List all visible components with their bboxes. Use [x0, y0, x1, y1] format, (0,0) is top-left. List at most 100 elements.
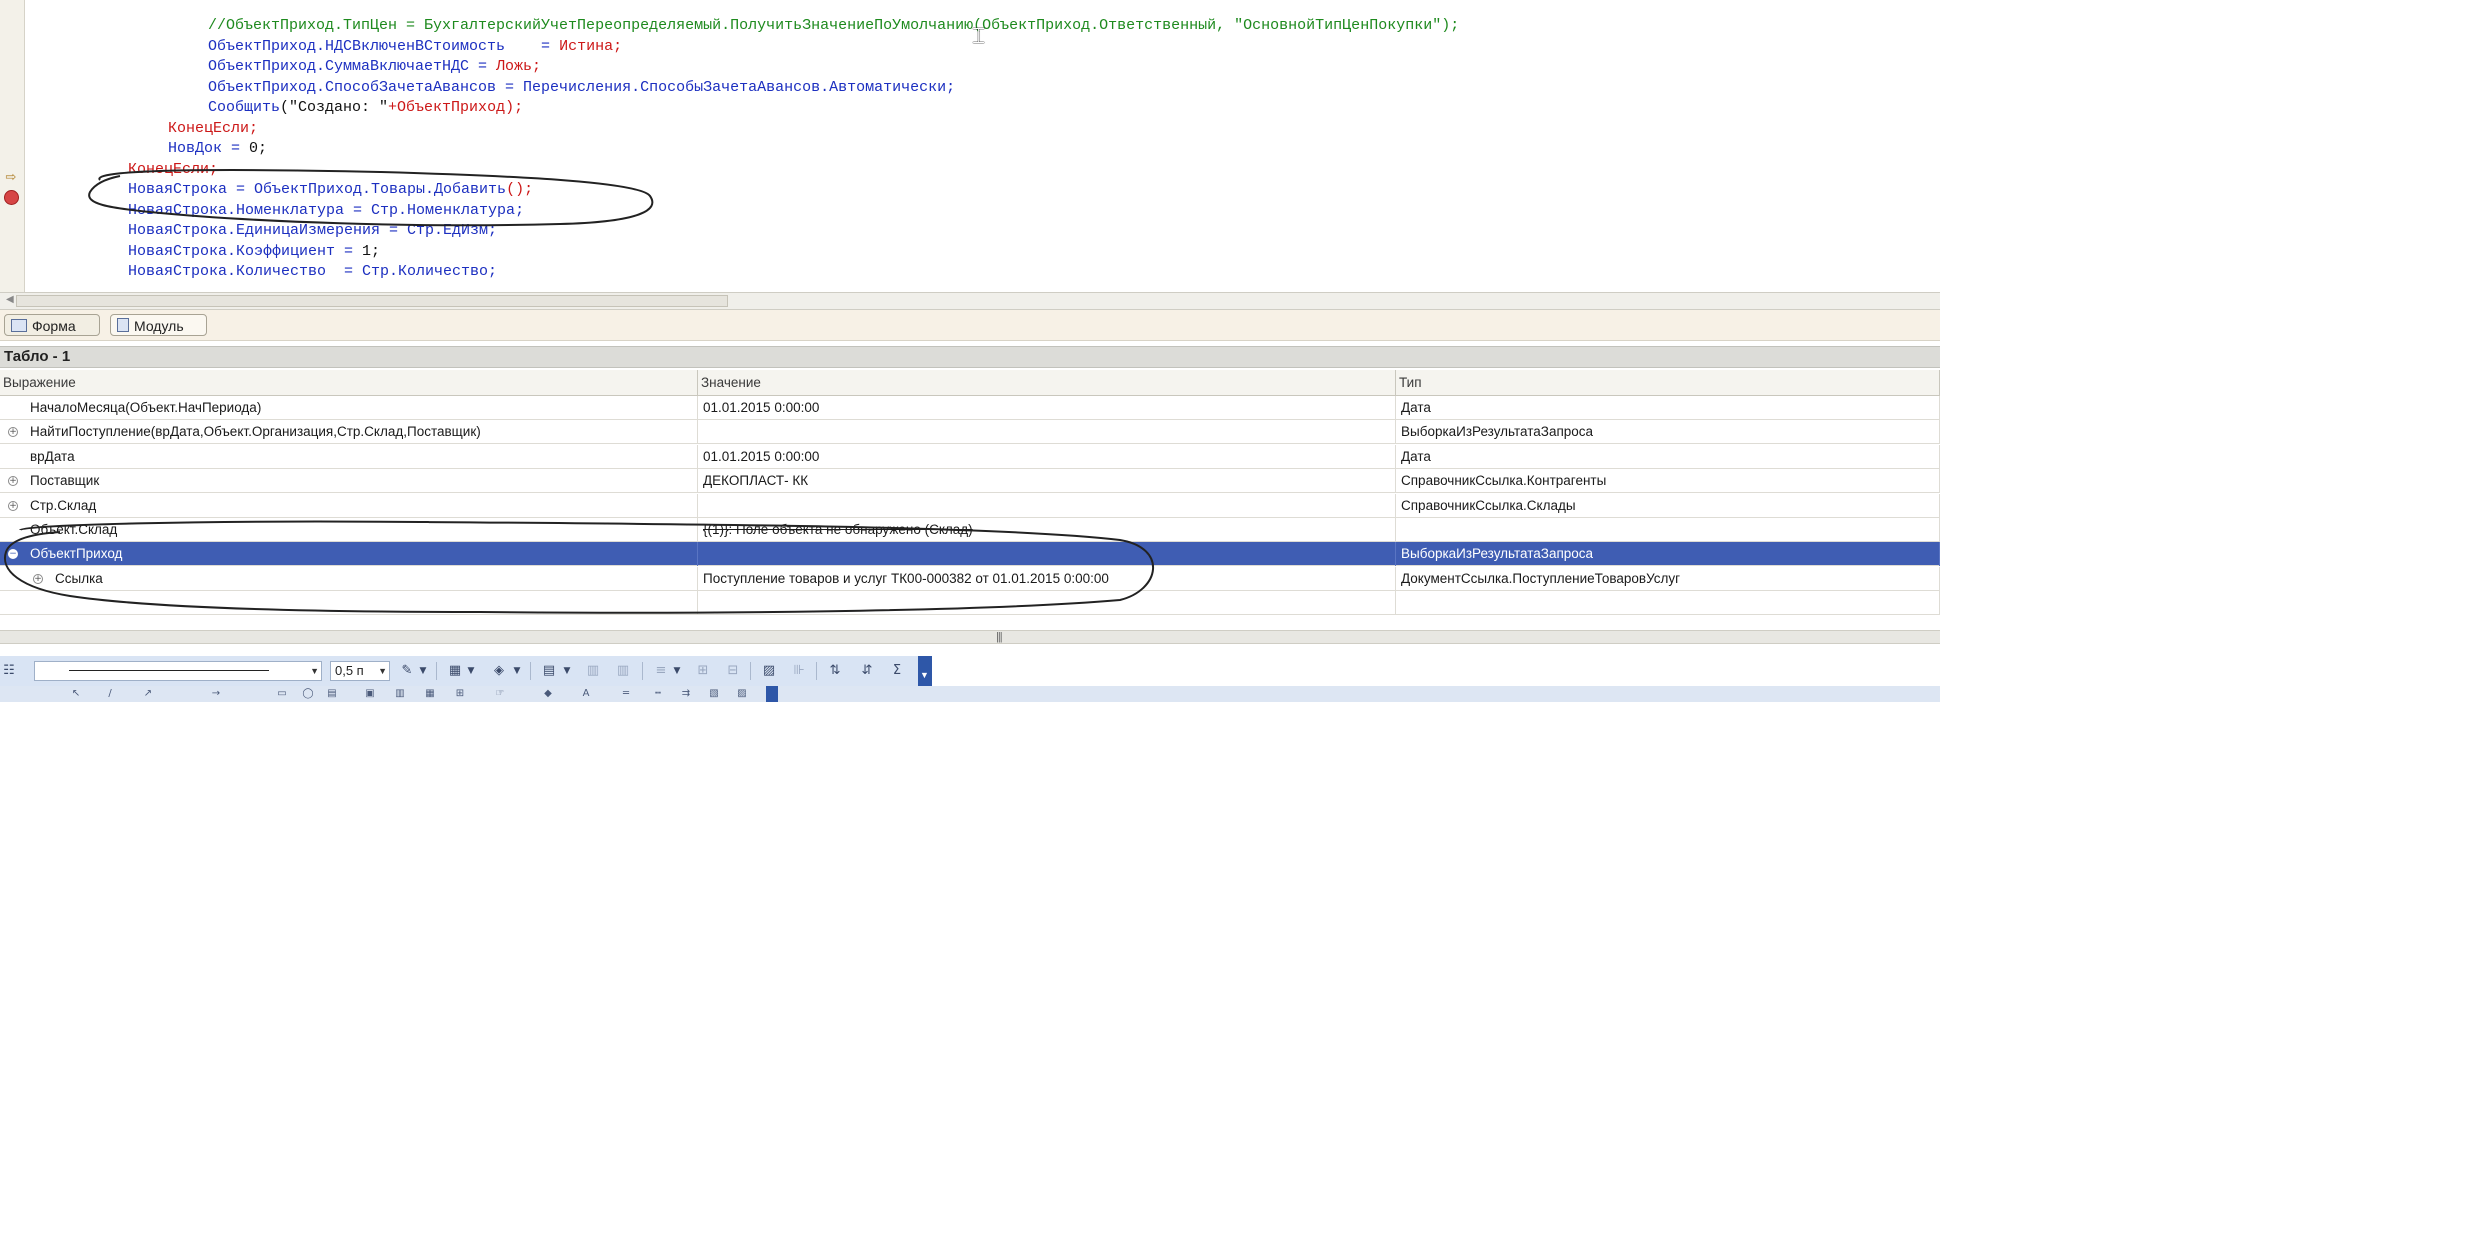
cell-value[interactable] [698, 493, 1396, 518]
column-header-type[interactable]: Тип [1396, 370, 1940, 396]
expand-icon[interactable]: + [8, 476, 18, 487]
chevron-down-icon[interactable]: ▼ [562, 662, 572, 680]
ungroup-icon[interactable]: ⊟ [724, 662, 742, 680]
chevron-down-icon[interactable]: ▼ [418, 662, 428, 680]
tab-module[interactable]: Модуль [110, 314, 207, 336]
chart-icon[interactable]: ▨ [760, 662, 778, 680]
cell-type[interactable]: ВыборкаИзРезультатаЗапроса [1396, 420, 1940, 445]
collapse-icon[interactable]: − [8, 549, 18, 560]
table-row[interactable] [0, 591, 1940, 616]
cell-value[interactable] [698, 542, 1396, 567]
code-line[interactable]: НовДок = 0; [30, 139, 1459, 160]
panel-splitter[interactable]: ||| [0, 630, 1940, 644]
line-style-icon[interactable]: ═ [620, 688, 632, 699]
group-icon[interactable]: ⊞ [694, 662, 712, 680]
cell-type[interactable] [1396, 591, 1940, 616]
cell-expression[interactable]: + Стр.Склад [0, 493, 698, 518]
fill-tool-icon[interactable]: ◆ [542, 688, 554, 699]
code-line[interactable]: КонецЕсли; [30, 160, 1459, 181]
code-line[interactable]: НоваяСтрока.ЕдиницаИзмерения = Стр.ЕдИзм… [30, 221, 1459, 242]
code-line[interactable]: НоваяСтрока = ОбъектПриход.Товары.Добави… [30, 180, 1459, 201]
ellipse-tool-icon[interactable]: ◯ [302, 688, 314, 699]
cell-type[interactable]: Дата [1396, 396, 1940, 420]
align-icon[interactable]: ≡ [652, 662, 670, 680]
pen-color-icon[interactable]: ✎ [398, 662, 416, 680]
fill-color-icon[interactable]: ◈ [490, 662, 508, 680]
merge-cells-icon[interactable]: ▥ [584, 662, 602, 680]
cell-value[interactable]: {(1)}: Поле объекта не обнаружено (Склад… [698, 518, 1396, 542]
code-line[interactable]: КонецЕсли; [30, 119, 1459, 140]
cell-expression[interactable] [0, 591, 698, 616]
table-icon[interactable]: ▤ [540, 662, 558, 680]
chart-tool-icon[interactable]: ▥ [394, 688, 406, 699]
code-line[interactable]: ОбъектПриход.СуммаВключаетНДС = Ложь; [30, 57, 1459, 78]
cursor-tool-icon[interactable]: ↖ [70, 688, 82, 699]
toolbar-options-icon[interactable]: ☷ [0, 662, 18, 680]
code-line[interactable]: ОбъектПриход.СпособЗачетаАвансов = Переч… [30, 78, 1459, 99]
scroll-left-arrow-icon[interactable]: ◀ [6, 294, 14, 305]
cell-type[interactable]: СправочникСсылка.Контрагенты [1396, 469, 1940, 494]
cell-type[interactable] [1396, 518, 1940, 542]
border-icon[interactable]: ▦ [446, 662, 464, 680]
arrow-tool-icon[interactable]: → [210, 688, 222, 699]
table-row[interactable]: + Стр.Склад СправочникСсылка.Склады [0, 493, 1940, 518]
column-icon[interactable]: ⊪ [790, 662, 808, 680]
rectangle-tool-icon[interactable]: ▭ [276, 688, 288, 699]
picture-tool-icon[interactable]: ▣ [364, 688, 376, 699]
tab-form[interactable]: Форма [4, 314, 100, 336]
expand-icon[interactable]: + [33, 573, 43, 584]
cell-type[interactable]: СправочникСсылка.Склады [1396, 493, 1940, 518]
module-code-editor[interactable]: ⇨ //ОбъектПриход.ТипЦен = БухгалтерскийУ… [0, 0, 1940, 292]
dash-style-icon[interactable]: ┅ [652, 688, 664, 699]
table-row[interactable]: + НайтиПоступление(врДата,Объект.Организа… [0, 420, 1940, 445]
cell-expression[interactable]: врДата [0, 444, 698, 469]
scrollbar-thumb[interactable] [16, 295, 728, 307]
textbox-tool-icon[interactable]: ▤ [326, 688, 338, 699]
chevron-down-icon[interactable]: ▼ [672, 662, 682, 680]
line-width-select[interactable]: 0,5 п ▼ [330, 661, 390, 681]
table-row[interactable]: − ОбъектПриход ВыборкаИзРезультатаЗапроса [0, 542, 1940, 567]
code-line[interactable]: НоваяСтрока.Коэффициент = 1; [30, 242, 1459, 263]
table-row[interactable]: НачалоМесяца(Объект.НачПериода) 01.01.201… [0, 396, 1940, 420]
text-color-icon[interactable]: A [580, 688, 592, 699]
shadow-icon[interactable]: ▧ [708, 688, 720, 699]
arrow-tool-icon[interactable]: ↗ [142, 688, 154, 699]
cell-type[interactable]: Дата [1396, 444, 1940, 469]
cell-value[interactable]: Поступление товаров и услуг ТК00-000382 … [698, 566, 1396, 591]
cell-value[interactable]: ДЕКОПЛАСТ- КК [698, 469, 1396, 494]
cell-expression[interactable]: НачалоМесяца(Объект.НачПериода) [0, 396, 698, 420]
table-row[interactable]: Объект.Склад {(1)}: Поле объекта не обнар… [0, 518, 1940, 542]
column-header-expression[interactable]: Выражение [0, 370, 698, 396]
table-row[interactable]: + Ссылка Поступление товаров и услуг ТК00-… [0, 566, 1940, 591]
column-header-value[interactable]: Значение [698, 370, 1396, 396]
expand-icon[interactable]: + [8, 427, 18, 438]
cell-type[interactable]: ВыборкаИзРезультатаЗапроса [1396, 542, 1940, 567]
cell-value[interactable]: 01.01.2015 0:00:00 [698, 444, 1396, 469]
cell-expression[interactable]: + НайтиПоступление(врДата,Объект.Организа… [0, 420, 698, 445]
code-line[interactable]: НоваяСтрока.Номенклатура = Стр.Номенклат… [30, 201, 1459, 222]
sum-icon[interactable]: Σ [888, 662, 906, 680]
sort-descending-icon[interactable]: ⇵ [858, 662, 876, 680]
group-tool-icon[interactable]: ⊞ [454, 688, 466, 699]
split-cells-icon[interactable]: ▥ [614, 662, 632, 680]
splitter-grip-icon[interactable]: ||| [996, 631, 1003, 643]
arrow-style-icon[interactable]: ⇉ [680, 688, 692, 699]
editor-gutter[interactable]: ⇨ [0, 0, 25, 292]
cell-value[interactable] [698, 420, 1396, 445]
expand-icon[interactable]: + [8, 500, 18, 511]
code-line[interactable]: Сообщить("Создано: "+ОбъектПриход); [30, 98, 1459, 119]
pointer-tool-icon[interactable]: ☞ [494, 688, 506, 699]
cell-expression[interactable]: + Ссылка [0, 566, 698, 591]
3d-icon[interactable]: ▨ [736, 688, 748, 699]
chevron-down-icon[interactable]: ▼ [512, 662, 522, 680]
table-row[interactable]: врДата 01.01.2015 0:00:00 Дата [0, 444, 1940, 469]
code-line[interactable]: //ОбъектПриход.ТипЦен = БухгалтерскийУче… [30, 16, 1459, 37]
cell-value[interactable] [698, 591, 1396, 616]
cell-expression[interactable]: + Поставщик [0, 469, 698, 494]
sort-ascending-icon[interactable]: ⇅ [826, 662, 844, 680]
cell-value[interactable]: 01.01.2015 0:00:00 [698, 396, 1396, 420]
code-line[interactable]: ОбъектПриход.НДСВключенВСтоимость = Исти… [30, 37, 1459, 58]
chevron-down-icon[interactable]: ▼ [466, 662, 476, 680]
toolbar-overflow-button[interactable]: ▼ [918, 656, 932, 686]
table-row[interactable]: + Поставщик ДЕКОПЛАСТ- КК СправочникСсылка.… [0, 469, 1940, 494]
